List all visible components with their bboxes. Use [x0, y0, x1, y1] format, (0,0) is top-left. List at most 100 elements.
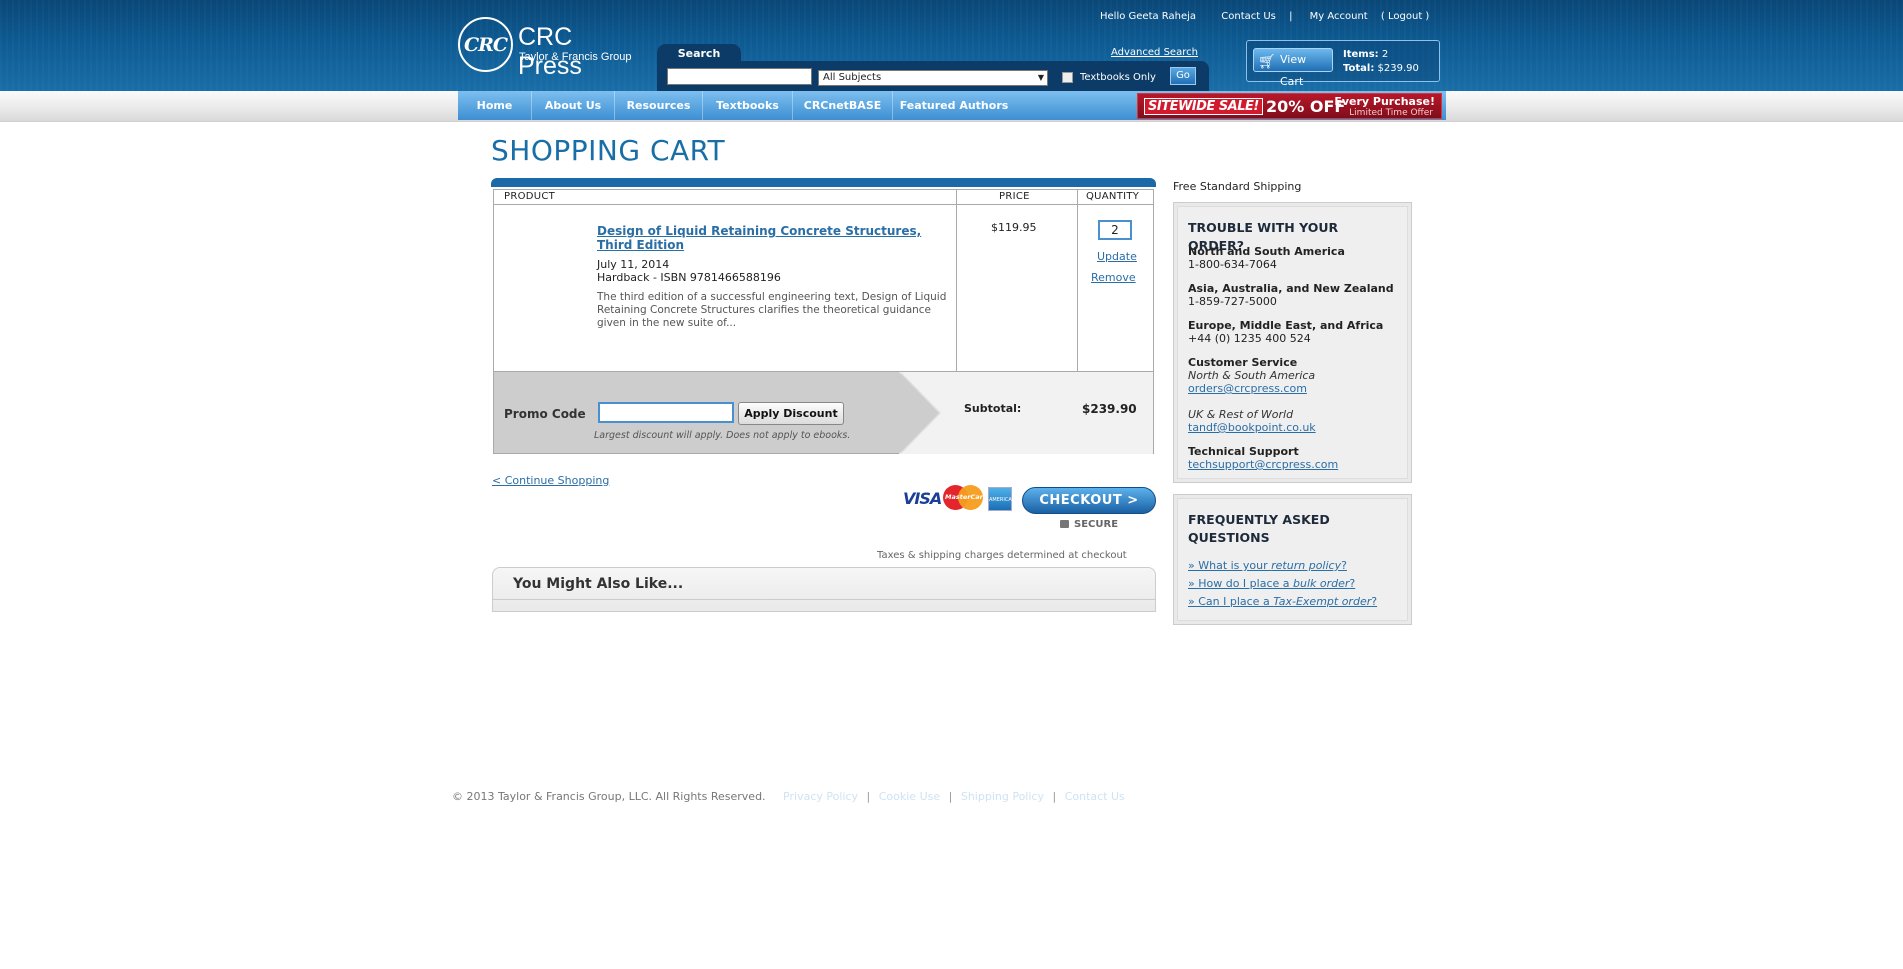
- continue-shopping-link[interactable]: < Continue Shopping: [492, 474, 609, 487]
- subtotal-value: $239.90: [1082, 402, 1137, 416]
- footer: © 2013 Taylor & Francis Group, LLC. All …: [452, 790, 1125, 803]
- remove-link[interactable]: Remove: [1091, 271, 1136, 284]
- subject-select[interactable]: All Subjects ▼: [818, 70, 1048, 86]
- nav-item-featured-authors[interactable]: Featured Authors: [893, 91, 1015, 120]
- faq-3-suffix: ?: [1371, 595, 1378, 608]
- crc-press-logo[interactable]: CRC CRC Press Taylor & Francis Group: [458, 17, 638, 80]
- cart-top-bar: [491, 178, 1156, 187]
- secure-label: SECURE: [1074, 519, 1119, 530]
- product-title-link[interactable]: Design of Liquid Retaining Concrete Stru…: [597, 224, 957, 252]
- faq-1-suffix: ?: [1341, 559, 1347, 572]
- faq-tax-exempt-link[interactable]: » Can I place a Tax-Exempt order?: [1188, 595, 1377, 608]
- apply-discount-button[interactable]: Apply Discount: [738, 402, 844, 425]
- faq-title: FREQUENTLY ASKED QUESTIONS: [1188, 512, 1330, 545]
- cart-items-count: Items: 2: [1343, 49, 1388, 60]
- footer-separator: |: [1052, 790, 1057, 803]
- phone-asia: 1-859-727-5000: [1188, 295, 1277, 308]
- promo-code-label: Promo Code: [504, 407, 586, 421]
- quantity-input[interactable]: 2: [1098, 220, 1132, 240]
- nav-item-crcnetbase[interactable]: CRCnetBASE: [793, 91, 893, 120]
- header-price: PRICE: [999, 191, 1030, 202]
- header-quantity: QUANTITY: [1086, 191, 1140, 202]
- faq-box-inner: FREQUENTLY ASKED QUESTIONS » What is you…: [1177, 498, 1408, 621]
- tech-support-heading: Technical Support: [1188, 445, 1299, 458]
- footer-separator: |: [866, 790, 871, 803]
- footer-contact-us-link[interactable]: Contact Us: [1065, 790, 1125, 803]
- techsupport-email-link[interactable]: techsupport@crcpress.com: [1188, 458, 1338, 471]
- faq-3-emphasis: Tax-Exempt order: [1273, 595, 1372, 608]
- faq-1-emphasis: return policy: [1271, 559, 1342, 572]
- footer-separator: |: [948, 790, 953, 803]
- you-might-also-like-panel: You Might Also Like...: [492, 567, 1156, 612]
- nav-item-resources[interactable]: Resources: [615, 91, 703, 120]
- footer-privacy-policy-link[interactable]: Privacy Policy: [783, 790, 858, 803]
- mastercard-icon: MasterCard: [943, 485, 987, 510]
- cs-uk-label: UK & Rest of World: [1188, 408, 1294, 421]
- footer-cookie-use-link[interactable]: Cookie Use: [879, 790, 940, 803]
- faq-2-prefix: » How do I place a: [1188, 577, 1293, 590]
- go-button[interactable]: Go: [1170, 67, 1196, 85]
- footer-shipping-policy-link[interactable]: Shipping Policy: [961, 790, 1044, 803]
- faq-2-suffix: ?: [1349, 577, 1356, 590]
- logout-link[interactable]: ( Logout ): [1381, 11, 1429, 22]
- search-input[interactable]: [667, 68, 812, 85]
- faq-bulk-order-link[interactable]: » How do I place a bulk order?: [1188, 577, 1355, 590]
- nav-item-about-us[interactable]: About Us: [532, 91, 615, 120]
- crc-logo-mark: CRC: [458, 17, 513, 72]
- tax-note: Taxes & shipping charges determined at c…: [877, 550, 1127, 561]
- textbooks-only-checkbox[interactable]: [1062, 72, 1073, 83]
- total-label: Total:: [1343, 63, 1375, 74]
- product-description: The third edition of a successful engine…: [597, 291, 947, 329]
- faq-1-prefix: » What is your: [1188, 559, 1272, 572]
- separator: |: [1289, 11, 1293, 22]
- nav-item-home[interactable]: Home: [458, 91, 532, 120]
- sitewide-sale-banner[interactable]: SITEWIDE SALE! 20% OFF Every Purchase! L…: [1137, 93, 1442, 119]
- faq-2-emphasis: bulk order: [1293, 577, 1350, 590]
- promo-arrow: [899, 372, 939, 454]
- trouble-with-order-box: TROUBLE WITH YOUR ORDER? North and South…: [1173, 202, 1412, 483]
- mastercard-text: MasterCard: [945, 493, 988, 501]
- also-like-divider: [493, 599, 1155, 600]
- sale-every-purchase: Every Purchase!: [1334, 95, 1435, 108]
- region-asia: Asia, Australia, and New Zealand: [1188, 282, 1394, 295]
- region-americas: North and South America: [1188, 245, 1345, 258]
- lock-icon: [1060, 520, 1069, 528]
- sale-limited-time: Limited Time Offer: [1349, 108, 1433, 118]
- my-account-link[interactable]: My Account: [1310, 11, 1368, 22]
- advanced-search-link[interactable]: Advanced Search: [1111, 47, 1198, 58]
- greeting: Hello Geeta Raheja: [1100, 11, 1197, 22]
- page-title: SHOPPING CART: [491, 134, 726, 167]
- bookpoint-email-link[interactable]: tandf@bookpoint.co.uk: [1188, 421, 1316, 434]
- total-value: $239.90: [1377, 63, 1419, 74]
- logo-subtitle: Taylor & Francis Group: [519, 51, 632, 63]
- also-like-title: You Might Also Like...: [513, 576, 684, 592]
- nav-item-textbooks[interactable]: Textbooks: [703, 91, 793, 120]
- chevron-down-icon: ▼: [1037, 73, 1044, 82]
- header-product: PRODUCT: [504, 191, 556, 202]
- cs-americas-label: North & South America: [1188, 369, 1316, 382]
- phone-europe: +44 (0) 1235 400 524: [1188, 332, 1311, 345]
- product-price: $119.95: [991, 221, 1037, 234]
- visa-icon: VISA: [903, 489, 942, 508]
- amex-icon: AMERICAN EXPRESS: [988, 487, 1016, 527]
- view-cart-button[interactable]: 🛒︎ View Cart: [1253, 48, 1333, 88]
- secure-badge: SECURE: [1060, 519, 1118, 530]
- trouble-box-inner: TROUBLE WITH YOUR ORDER? North and South…: [1177, 206, 1408, 479]
- promo-code-input[interactable]: [598, 402, 734, 423]
- view-cart-label: View Cart: [1280, 53, 1307, 88]
- contact-us-link[interactable]: Contact Us: [1221, 11, 1276, 22]
- faq-return-policy-link[interactable]: » What is your return policy?: [1188, 559, 1347, 572]
- textbooks-only-label: Textbooks Only: [1080, 72, 1156, 83]
- update-link[interactable]: Update: [1097, 250, 1137, 263]
- shopping-cart-icon: 🛒︎: [1258, 54, 1276, 70]
- copyright: © 2013 Taylor & Francis Group, LLC. All …: [452, 790, 766, 803]
- column-divider: [956, 190, 957, 371]
- cart-total: Total: $239.90: [1343, 63, 1419, 74]
- orders-email-link[interactable]: orders@crcpress.com: [1188, 382, 1307, 395]
- faq-3-prefix: » Can I place a: [1188, 595, 1274, 608]
- checkout-button[interactable]: CHECKOUT >: [1022, 487, 1156, 514]
- column-divider: [1077, 190, 1078, 371]
- promo-section: Promo Code Apply Discount Largest discou…: [494, 371, 1153, 454]
- product-format-isbn: Hardback - ISBN 9781466588196: [597, 271, 781, 284]
- sale-tag: SITEWIDE SALE!: [1144, 98, 1263, 115]
